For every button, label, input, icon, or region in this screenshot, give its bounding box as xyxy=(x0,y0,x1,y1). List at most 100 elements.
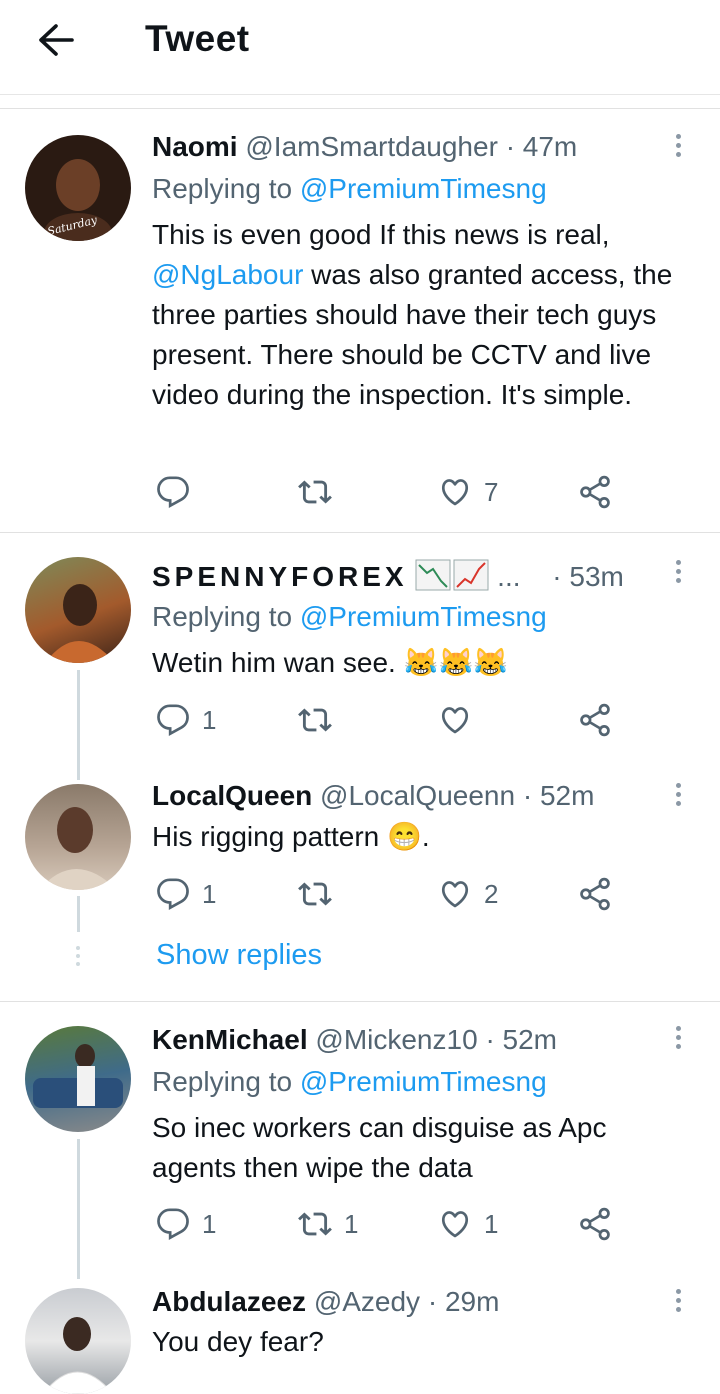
like-button[interactable] xyxy=(438,700,472,740)
more-replies-dots-icon xyxy=(76,946,80,970)
mention-link[interactable]: @NgLabour xyxy=(152,259,303,290)
share-icon xyxy=(578,877,612,911)
tweet-text: This is even good If this news is real, @… xyxy=(152,215,697,415)
reply-icon xyxy=(156,475,190,509)
tweet-text-part: This is even good If this news is real, xyxy=(152,219,610,250)
author-name[interactable]: KenMichael xyxy=(152,1024,308,1055)
replying-to: Replying to @PremiumTimesng xyxy=(152,1066,547,1098)
tweet-text: His rigging pattern 😁. xyxy=(152,821,430,852)
like-count: 1 xyxy=(484,1208,499,1239)
reply-icon xyxy=(156,703,190,737)
author-handle[interactable]: @Azedy xyxy=(314,1286,420,1317)
replying-label: Replying to xyxy=(152,1066,293,1097)
avatar[interactable]: Saturday xyxy=(25,135,131,241)
reply-button[interactable]: 1 xyxy=(156,1204,216,1244)
name-ellipsis: ... xyxy=(497,561,521,592)
tweet-author-line: SPENNYFOREX ... · 53m xyxy=(152,559,624,593)
retweet-icon xyxy=(298,1207,332,1241)
divider xyxy=(0,1001,720,1002)
share-icon xyxy=(578,475,612,509)
reply-count: 1 xyxy=(202,1208,217,1239)
tweet-time: · 53m xyxy=(552,561,624,592)
more-options-icon[interactable] xyxy=(676,1026,684,1053)
tweet-text: So inec workers can disguise as Apc agen… xyxy=(152,1112,607,1183)
author-handle[interactable]: @IamSmartdaugher xyxy=(245,131,498,162)
tweet-actions: 1 2 xyxy=(156,874,616,914)
tweet-time: · 29m xyxy=(427,1286,500,1317)
thread-line xyxy=(77,896,80,932)
retweet-icon xyxy=(298,877,332,911)
retweet-button[interactable] xyxy=(298,874,332,914)
retweet-icon xyxy=(298,703,332,737)
tweet-actions: 1 xyxy=(156,700,616,740)
retweet-icon xyxy=(298,475,332,509)
share-button[interactable] xyxy=(578,472,612,512)
more-options-icon[interactable] xyxy=(676,560,684,587)
replying-to-link[interactable]: @PremiumTimesng xyxy=(300,1066,547,1097)
page-title: Tweet xyxy=(145,18,250,59)
tweet-text: You dey fear? xyxy=(152,1326,324,1357)
more-options-icon[interactable] xyxy=(676,783,684,810)
replying-to-link[interactable]: @PremiumTimesng xyxy=(300,173,547,204)
chart-emoji-icon xyxy=(415,559,489,591)
tweet-time: · 47m xyxy=(505,131,578,162)
replying-to-link[interactable]: @PremiumTimesng xyxy=(300,601,547,632)
tweet-author-line: LocalQueen @LocalQueenn · 52m xyxy=(152,780,594,812)
avatar[interactable] xyxy=(25,784,131,890)
tweet-author-line: Abdulazeez @Azedy · 29m xyxy=(152,1286,499,1318)
tweet-author-line: KenMichael @Mickenz10 · 52m xyxy=(152,1024,557,1056)
avatar[interactable] xyxy=(25,557,131,663)
heart-icon xyxy=(438,475,472,509)
author-name[interactable]: Abdulazeez xyxy=(152,1286,306,1317)
more-options-icon[interactable] xyxy=(676,134,684,161)
like-button[interactable]: 1 xyxy=(438,1204,498,1244)
heart-icon xyxy=(438,1207,472,1241)
replying-label: Replying to xyxy=(152,173,293,204)
heart-icon xyxy=(438,703,472,737)
thread-line xyxy=(77,1139,80,1279)
tweet-actions: 7 xyxy=(156,472,616,512)
author-name[interactable]: LocalQueen xyxy=(152,780,312,811)
reply-button[interactable]: 1 xyxy=(156,874,216,914)
tweet-actions: 1 1 1 xyxy=(156,1204,616,1244)
like-button[interactable]: 7 xyxy=(438,472,498,512)
top-bar: Tweet xyxy=(0,0,720,95)
like-button[interactable]: 2 xyxy=(438,874,498,914)
author-name[interactable]: Naomi xyxy=(152,131,238,162)
retweet-button[interactable] xyxy=(298,472,332,512)
avatar[interactable] xyxy=(25,1026,131,1132)
reply-icon xyxy=(156,877,190,911)
author-handle[interactable]: @LocalQueenn xyxy=(320,780,515,811)
reply-count: 1 xyxy=(202,704,217,735)
retweet-button[interactable]: 1 xyxy=(298,1204,358,1244)
more-options-icon[interactable] xyxy=(676,1289,684,1316)
like-count: 2 xyxy=(484,878,499,909)
reply-icon xyxy=(156,1207,190,1241)
avatar[interactable] xyxy=(25,1288,131,1394)
thread-line xyxy=(77,670,80,780)
replying-to: Replying to @PremiumTimesng xyxy=(152,173,547,205)
tweet-text: Wetin him wan see. 😹😹😹 xyxy=(152,647,509,678)
reply-count: 1 xyxy=(202,878,217,909)
like-count: 7 xyxy=(484,476,499,507)
heart-icon xyxy=(438,877,472,911)
replying-label: Replying to xyxy=(152,601,293,632)
share-icon xyxy=(578,1207,612,1241)
tweet-time: · 52m xyxy=(485,1024,558,1055)
share-button[interactable] xyxy=(578,700,612,740)
share-button[interactable] xyxy=(578,1204,612,1244)
replying-to: Replying to @PremiumTimesng xyxy=(152,601,547,633)
reply-button[interactable]: 1 xyxy=(156,700,216,740)
divider xyxy=(0,532,720,533)
show-replies-link[interactable]: Show replies xyxy=(156,939,322,972)
reply-button[interactable] xyxy=(156,472,190,512)
share-button[interactable] xyxy=(578,874,612,914)
retweet-button[interactable] xyxy=(298,700,332,740)
tweet-time: · 52m xyxy=(522,780,595,811)
divider xyxy=(0,108,720,109)
share-icon xyxy=(578,703,612,737)
back-arrow-icon[interactable] xyxy=(36,22,76,58)
author-name[interactable]: SPENNYFOREX xyxy=(152,561,408,592)
author-handle[interactable]: @Mickenz10 xyxy=(315,1024,477,1055)
retweet-count: 1 xyxy=(344,1208,359,1239)
